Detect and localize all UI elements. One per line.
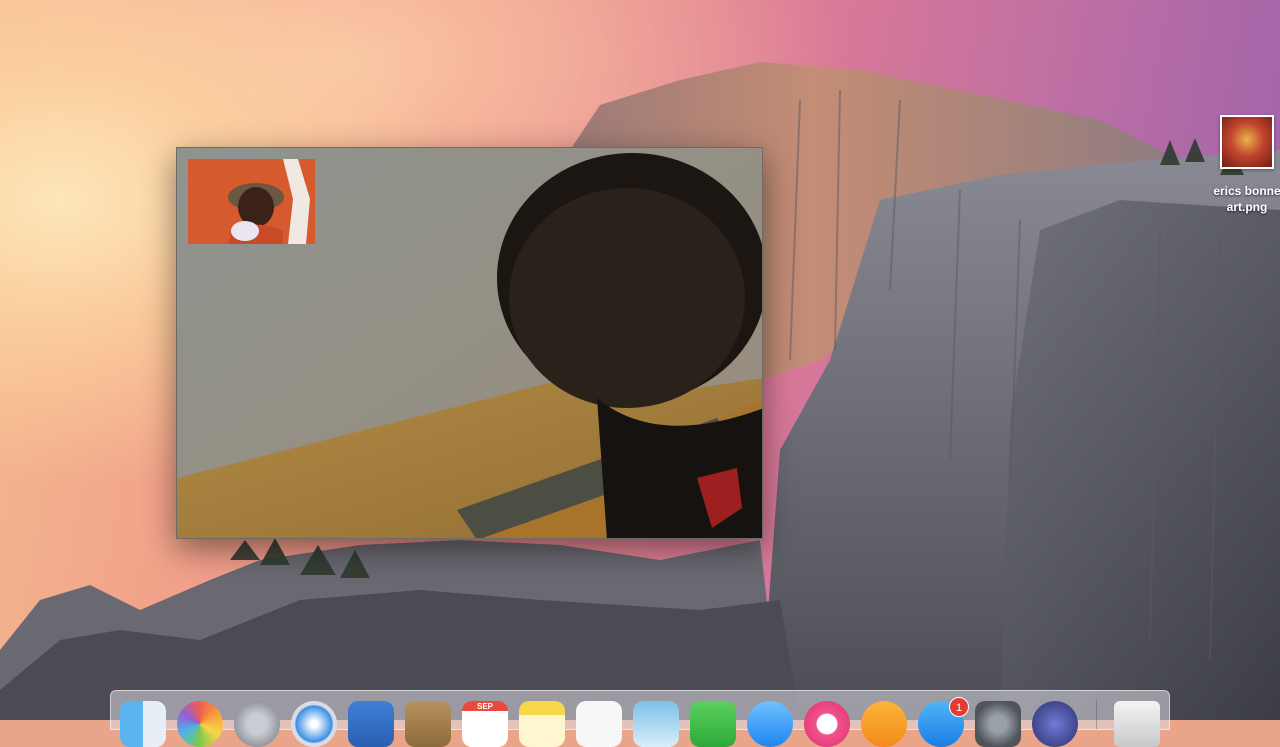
itunes-icon[interactable] [804, 701, 850, 747]
preview-icon[interactable] [633, 701, 679, 747]
siri-icon[interactable] [1032, 701, 1078, 747]
notes-icon[interactable] [519, 701, 565, 747]
self-view-video [188, 159, 315, 244]
desktop-file-erics-bonne-art[interactable]: erics bonne art.png [1204, 115, 1280, 215]
facetime-icon[interactable] [690, 701, 736, 747]
facetime-window[interactable] [176, 147, 763, 539]
finder-icon[interactable] [120, 701, 166, 747]
mail-icon[interactable] [348, 701, 394, 747]
photos-icon[interactable] [177, 701, 223, 747]
calendar-month-label: SEP [476, 702, 493, 711]
appstore-badge: 1 [949, 697, 969, 717]
ibooks-icon[interactable] [861, 701, 907, 747]
calendar-icon[interactable]: SEP [462, 701, 508, 747]
launchpad-icon[interactable] [234, 701, 280, 747]
trash-icon[interactable] [1114, 701, 1160, 747]
system-preferences-icon[interactable] [975, 701, 1021, 747]
contacts-icon[interactable] [405, 701, 451, 747]
desktop-file-label: erics bonne art.png [1213, 184, 1280, 214]
dock-separator [1096, 699, 1097, 729]
reminders-icon[interactable] [576, 701, 622, 747]
dock: SEP 1 [110, 690, 1170, 747]
image-file-icon [1220, 115, 1274, 169]
safari-icon[interactable] [291, 701, 337, 747]
messages-icon[interactable] [747, 701, 793, 747]
self-view-preview[interactable] [188, 159, 315, 244]
